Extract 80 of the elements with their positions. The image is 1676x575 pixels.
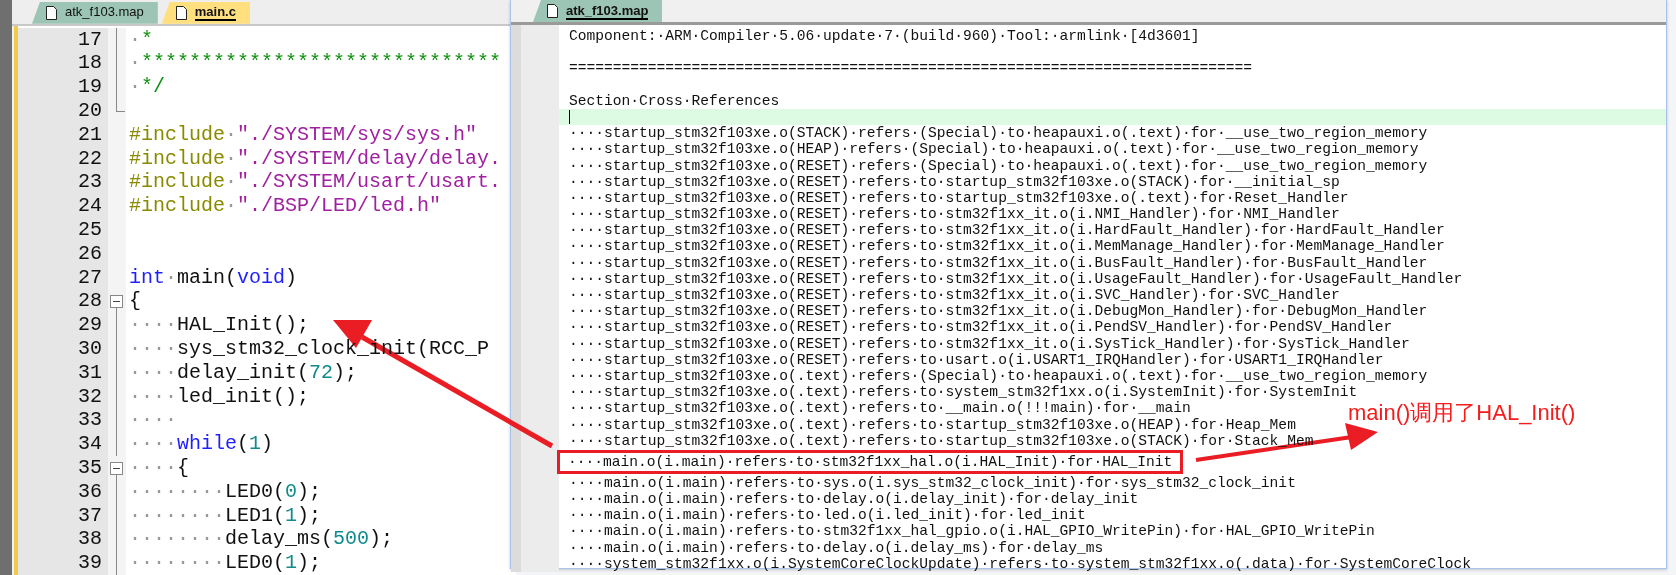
line-number: 24 bbox=[77, 194, 103, 219]
code-line: ········LED0(0); bbox=[129, 479, 323, 504]
code-line: ····delay_init(72); bbox=[129, 360, 359, 385]
editor-tab[interactable]: atk_f103.map bbox=[533, 0, 663, 22]
collapse-icon[interactable] bbox=[110, 295, 123, 309]
line-number: 39 bbox=[77, 551, 103, 575]
line-number: 18 bbox=[77, 51, 103, 76]
file-icon bbox=[547, 4, 558, 18]
line-number: 37 bbox=[77, 503, 103, 528]
map-line: ····main.o(i.main)·refers·to·sys.o(i.sys_stm32_clock_init)·for·sys_stm32_clock_init bbox=[569, 474, 1296, 492]
map-line: ····startup_stm32f103xe.o(RESET)·refers·to·stm32f1xx_it.o(i.SysTick_Handler)·for·SysTick_Handler bbox=[569, 335, 1410, 352]
file-icon bbox=[175, 5, 187, 20]
map-line: ····startup_stm32f103xe.o(RESET)·refers·to·startup_stm32f103xe.o(STACK)·for·__initial_sp bbox=[569, 173, 1340, 190]
annotation-text: main()调用了HAL_Init() bbox=[1348, 399, 1576, 427]
line-number: 27 bbox=[77, 265, 103, 290]
line-number: 21 bbox=[77, 122, 103, 147]
line-number: 36 bbox=[77, 479, 103, 504]
line-number: 28 bbox=[77, 289, 103, 314]
code-line: int·main(void) bbox=[129, 265, 299, 290]
map-line: ····startup_stm32f103xe.o(.text)·refers·to·__main.o(!!!main)·for·__main bbox=[569, 400, 1191, 417]
line-number: 20 bbox=[77, 99, 103, 123]
map-line: Section·Cross·References bbox=[569, 92, 780, 109]
map-line: ============================================================================== bbox=[569, 60, 1253, 77]
map-line: ····startup_stm32f103xe.o(.text)·refers·to·system_stm32f1xx.o(i.SystemInit)·for·SystemInit bbox=[569, 384, 1358, 401]
map-line: ····startup_stm32f103xe.o(RESET)·refers·to·stm32f1xx_it.o(i.PendSV_Handler)·for·PendSV_Handler bbox=[569, 319, 1393, 336]
code-line: #include·"./BSP/LED/led.h" bbox=[129, 194, 443, 219]
line-number: 32 bbox=[77, 384, 103, 409]
map-line: ····system_stm32f1xx.o(i.SystemCoreClockUpdate)·refers·to·system_stm32f1xx.o(.data)·for·SystemCoreClock bbox=[569, 555, 1472, 572]
file-icon bbox=[46, 5, 57, 20]
code-line: ········LED1(1); bbox=[129, 503, 323, 528]
code-line: { bbox=[129, 289, 142, 314]
line-number: 19 bbox=[77, 75, 103, 100]
code-line: #include·"./SYSTEM/delay/delay. bbox=[129, 146, 503, 171]
line-number: 31 bbox=[77, 360, 103, 385]
map-line: ····main.o(i.main)·refers·to·delay.o(i.delay_init)·for·delay_init bbox=[569, 491, 1139, 508]
code-line: ····{ bbox=[129, 456, 191, 480]
map-line: ····startup_stm32f103xe.o(RESET)·refers·to·stm32f1xx_it.o(i.UsageFault_Handler)·for·UsageFault_Handler bbox=[569, 270, 1463, 287]
line-number: 34 bbox=[77, 432, 103, 456]
map-line: ····startup_stm32f103xe.o(RESET)·refers·(Special)·to·heapauxi.o(.text)·for·__use_two_region_memory bbox=[569, 157, 1428, 174]
code-line: ·*/ bbox=[129, 75, 167, 100]
code-line: ····led_init(); bbox=[129, 384, 311, 409]
code-line: ········LED0(1); bbox=[129, 551, 323, 575]
code-line: #include·"./SYSTEM/usart/usart. bbox=[129, 170, 503, 195]
collapse-icon[interactable] bbox=[110, 462, 123, 475]
line-number: 38 bbox=[77, 527, 103, 552]
code-line: ····while(1) bbox=[129, 432, 275, 456]
editor-tab[interactable]: main.c bbox=[161, 1, 250, 24]
map-line: ····startup_stm32f103xe.o(.text)·refers·to·startup_stm32f103xe.o(HEAP)·for·Heap_Mem bbox=[569, 416, 1296, 433]
code-line: ···· bbox=[129, 408, 178, 433]
code-line: ········delay_ms(500); bbox=[129, 527, 395, 552]
map-line: ····main.o(i.main)·refers·to·stm32f1xx_hal_gpio.o(i.HAL_GPIO_WritePin)·for·HAL_GPIO_WritePin bbox=[569, 523, 1375, 540]
line-number: 23 bbox=[77, 170, 103, 195]
map-line: ····startup_stm32f103xe.o(RESET)·refers·to·stm32f1xx_it.o(i.SVC_Handler)·for·SVC_Handler bbox=[569, 287, 1340, 304]
map-line: ····startup_stm32f103xe.o(RESET)·refers·to·stm32f1xx_it.o(i.NMI_Handler)·for·NMI_Handler bbox=[569, 206, 1340, 223]
map-line: ····startup_stm32f103xe.o(RESET)·refers·to·usart.o(i.USART1_IRQHandler)·for·USART1_IRQHandler bbox=[569, 351, 1384, 368]
line-number: 22 bbox=[77, 146, 103, 171]
map-line: Component:·ARM·Compiler·5.06·update·7·(build·960)·Tool:·armlink·[4d3601] bbox=[569, 28, 1200, 45]
code-line: ·****************************** bbox=[129, 51, 503, 76]
code-line: #include·"./SYSTEM/sys/sys.h" bbox=[129, 122, 479, 147]
line-number: 29 bbox=[77, 313, 103, 338]
map-line: ····startup_stm32f103xe.o(RESET)·refers·to·stm32f1xx_it.o(i.MemManage_Handler)·for·MemManage_Handler bbox=[569, 238, 1445, 255]
line-number: 30 bbox=[77, 337, 103, 361]
line-number: 33 bbox=[77, 408, 103, 433]
map-line: ····startup_stm32f103xe.o(RESET)·refers·to·stm32f1xx_it.o(i.HardFault_Handler)·for·HardFault_Handler bbox=[569, 222, 1445, 239]
map-line: ····main.o(i.main)·refers·to·led.o(i.led_init)·for·led_init bbox=[569, 507, 1086, 524]
code-line: ····HAL_Init(); bbox=[129, 313, 311, 338]
line-number: 25 bbox=[77, 218, 103, 242]
code-line: ·* bbox=[129, 27, 155, 52]
map-line: ····startup_stm32f103xe.o(RESET)·refers·to·stm32f1xx_it.o(i.DebugMon_Handler)·for·DebugMon_Handler bbox=[569, 303, 1428, 320]
map-line: ····main.o(i.main)·refers·to·delay.o(i.delay_ms)·for·delay_ms bbox=[569, 539, 1104, 556]
map-line: ····startup_stm32f103xe.o(HEAP)·refers·(Special)·to·heapauxi.o(.text)·for·__use_two_region_memory bbox=[569, 141, 1419, 158]
map-line: ····startup_stm32f103xe.o(.text)·refers·(Special)·to·heapauxi.o(.text)·for·__use_two_region_memory bbox=[569, 367, 1428, 385]
map-line: ····startup_stm32f103xe.o(STACK)·refers·(Special)·to·heapauxi.o(.text)·for·__use_two_region_memory bbox=[569, 125, 1428, 142]
line-number: 17 bbox=[77, 27, 103, 52]
map-line: ····startup_stm32f103xe.o(.text)·refers·to·startup_stm32f103xe.o(STACK)·for·Stack_Mem bbox=[569, 432, 1314, 449]
map-line: ····startup_stm32f103xe.o(RESET)·refers·to·startup_stm32f103xe.o(.text)·for·Reset_Handler bbox=[569, 189, 1349, 207]
editor-tab[interactable]: atk_f103.map bbox=[32, 1, 158, 24]
line-number: 26 bbox=[77, 241, 103, 266]
map-line: ····startup_stm32f103xe.o(RESET)·refers·to·stm32f1xx_it.o(i.BusFault_Handler)·for·BusFault_Handler bbox=[569, 254, 1428, 271]
line-number: 35 bbox=[77, 456, 103, 480]
